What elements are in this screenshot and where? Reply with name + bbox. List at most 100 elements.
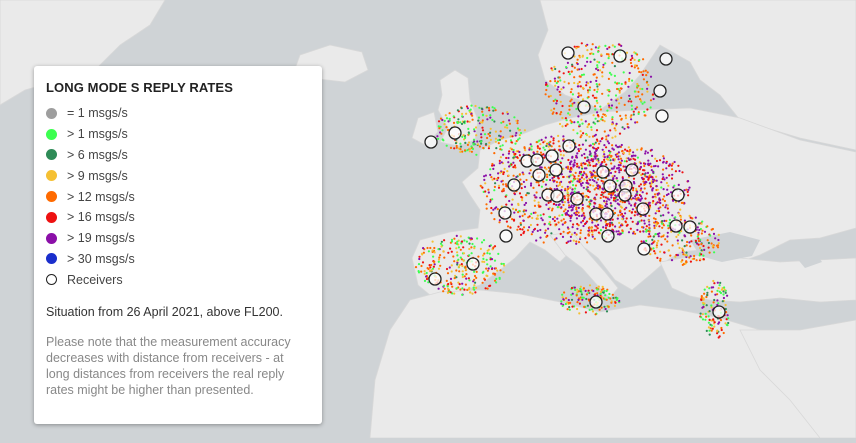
receiver-marker[interactable] [561,46,575,60]
traffic-dot [565,241,568,244]
receiver-marker[interactable] [448,126,462,140]
receiver-marker[interactable] [637,242,651,256]
traffic-dot [503,264,506,267]
traffic-dot [657,165,660,168]
traffic-dot [614,301,617,304]
traffic-dot [712,286,715,289]
traffic-dot [488,284,491,288]
traffic-dot [570,70,574,73]
traffic-dot [544,93,547,96]
traffic-dot [549,178,552,182]
traffic-dot [437,137,440,140]
receiver-marker[interactable] [603,179,617,193]
receiver-marker[interactable] [601,229,615,243]
receiver-marker[interactable] [507,178,521,192]
traffic-dot [635,64,639,67]
receiver-marker[interactable] [532,168,546,182]
receiver-marker[interactable] [577,100,591,114]
traffic-dot [602,63,605,66]
receiver-marker[interactable] [530,153,544,167]
receiver-marker[interactable] [655,109,669,123]
receiver-marker[interactable] [545,149,559,163]
receiver-marker[interactable] [613,49,627,63]
receiver-marker[interactable] [683,220,697,234]
traffic-dot [591,94,595,97]
traffic-dot [530,182,533,185]
receiver-marker[interactable] [570,192,584,206]
receiver-marker[interactable] [589,295,603,309]
traffic-dot [446,291,449,294]
receiver-marker[interactable] [625,163,639,177]
traffic-dot [576,165,579,168]
traffic-dot [570,298,574,301]
receiver-marker[interactable] [498,206,512,220]
legend-label: > 6 msgs/s [67,147,128,162]
receiver-marker[interactable] [636,202,650,216]
traffic-dot [518,173,521,176]
traffic-dot [607,89,611,92]
receiver-marker[interactable] [424,135,438,149]
receiver-marker[interactable] [671,188,685,202]
traffic-dot [659,201,662,205]
traffic-dot [631,208,635,211]
receiver-marker[interactable] [549,163,563,177]
traffic-dot [544,231,547,234]
traffic-dot [566,185,569,188]
traffic-dot [544,183,548,186]
traffic-dot [568,170,572,173]
receiver-marker[interactable] [499,229,513,243]
receiver-marker[interactable] [589,207,603,221]
traffic-dot [657,207,660,210]
traffic-dot [459,148,462,151]
traffic-dot [486,118,489,121]
receiver-marker[interactable] [653,84,667,98]
traffic-dot [618,91,621,94]
traffic-dot [663,195,666,198]
receiver-marker[interactable] [596,165,610,179]
traffic-dot [570,233,574,236]
traffic-dot [433,263,436,266]
traffic-dot [602,150,606,153]
traffic-dot [593,105,597,108]
traffic-dot [485,142,488,146]
traffic-dot [447,120,450,123]
receiver-marker[interactable] [669,219,683,233]
traffic-dot [566,61,570,64]
receiver-marker[interactable] [618,188,632,202]
traffic-dot [518,129,521,132]
traffic-dot [565,297,568,300]
traffic-dot [567,82,570,85]
traffic-dot [418,257,421,261]
traffic-dot [511,135,514,138]
receiver-marker[interactable] [712,305,726,319]
traffic-dot [566,175,569,178]
receiver-marker[interactable] [428,272,442,286]
traffic-dot [450,250,453,253]
traffic-dot [579,231,582,235]
traffic-dot [619,209,622,212]
traffic-dot [552,137,555,140]
traffic-dot [666,240,669,243]
legend-swatch-blue [46,253,57,265]
traffic-dot [455,287,458,290]
receiver-marker[interactable] [466,257,480,271]
traffic-dot [536,223,539,226]
traffic-dot [566,123,569,126]
receiver-marker[interactable] [550,189,564,203]
traffic-dot [586,125,589,129]
traffic-dot [712,279,715,283]
traffic-dot [648,230,651,233]
traffic-dot [636,156,640,159]
traffic-dot [582,98,585,101]
traffic-dot [481,110,484,113]
receiver-marker[interactable] [562,139,576,153]
traffic-dot [506,170,509,173]
traffic-dot [561,304,564,307]
traffic-dot [495,177,498,181]
receiver-marker[interactable] [659,52,673,66]
traffic-dot [429,266,432,269]
receiver-marker[interactable] [600,207,614,221]
traffic-dot [619,157,623,160]
traffic-dot [621,177,625,180]
traffic-dot [498,162,501,165]
